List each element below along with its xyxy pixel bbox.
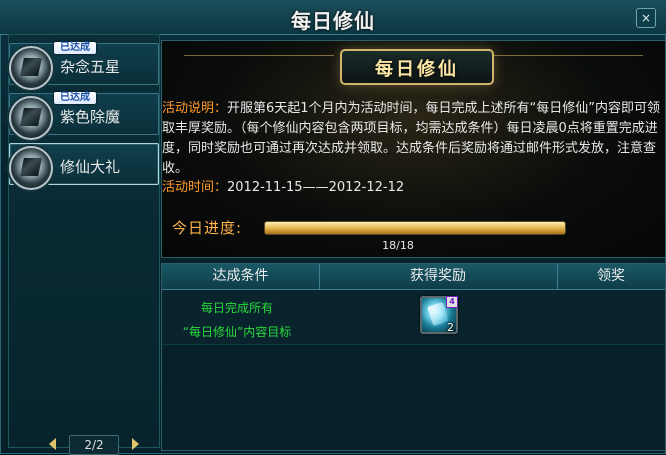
condition-line-2: “每日修仙”内容目标 [182,325,292,339]
close-button[interactable]: × [636,8,656,28]
banner-title: 每日修仙 [375,59,459,80]
sidebar-item-purple-demon[interactable]: 已达成 紫色除魔 [9,92,159,140]
progress-text: 18/18 [382,239,414,252]
column-header-claim: 领奖 [597,268,625,284]
progress-bar [264,221,566,235]
table-row: 每日完成所有 “每日修仙”内容目标 4 2 [162,290,665,345]
pagination: 2/2 [49,435,139,455]
table-header: 达成条件 获得奖励 领奖 [162,264,665,290]
reward-count: 2 [447,321,454,334]
next-page-button[interactable] [132,438,139,450]
scroll-icon [9,46,53,90]
progress-label: 今日进度: [172,219,243,237]
activity-info-panel: 每日修仙 活动说明：开服第6天起1个月内为活动时间，每日完成上述所有“每日修仙”… [161,40,666,258]
sidebar-item-cultivation-gift[interactable]: 修仙大礼 [9,143,159,190]
ornament-divider-right [493,55,643,76]
window-title: 每日修仙 [291,9,375,33]
description-text: 开服第6天起1个月内为活动时间，每日完成上述所有“每日修仙”内容即可领取丰厚奖励… [162,101,661,176]
time-value: 2012-11-15——2012-12-12 [227,180,405,195]
column-header-condition: 达成条件 [162,264,320,289]
sidebar-item-zanian-five-star[interactable]: 已达成 杂念五星 [9,42,159,90]
ornament-divider-left [184,55,334,76]
column-header-reward: 获得奖励 [319,264,558,289]
activity-time: 活动时间：2012-11-15——2012-12-12 [162,176,404,195]
sidebar-item-label: 紫色除魔 [60,108,121,126]
blue-crystal-icon[interactable]: 4 2 [420,296,458,334]
left-sidebar: 已达成 杂念五星 已达成 紫色除魔 修仙大礼 2/2 [8,34,160,455]
prev-page-button[interactable] [49,438,56,450]
progress-bar-fill [265,222,565,234]
rewards-table: 达成条件 获得奖励 领奖 每日完成所有 “每日修仙”内容目标 4 2 [161,263,666,451]
time-label: 活动时间： [162,180,228,195]
page-indicator: 2/2 [69,435,119,455]
condition-text: 每日完成所有 “每日修仙”内容目标 [162,296,312,344]
activity-banner: 每日修仙 [340,49,494,85]
scroll-icon [9,96,53,140]
reward-tag: 4 [446,296,458,308]
activity-description: 活动说明：开服第6天起1个月内为活动时间，每日完成上述所有“每日修仙”内容即可领… [162,99,662,179]
sidebar-item-label: 杂念五星 [60,58,121,76]
daily-cultivation-window: 每日修仙 × 已达成 杂念五星 已达成 紫色除魔 修仙大礼 2/2 每日修仙 活… [0,0,666,455]
achieved-badge: 已达成 [54,42,96,54]
sidebar-item-label: 修仙大礼 [60,158,121,176]
scroll-icon [9,146,53,190]
description-label: 活动说明： [162,101,228,116]
condition-line-1: 每日完成所有 [200,301,273,315]
achieved-badge: 已达成 [54,92,96,104]
title-bar: 每日修仙 × [0,0,666,35]
